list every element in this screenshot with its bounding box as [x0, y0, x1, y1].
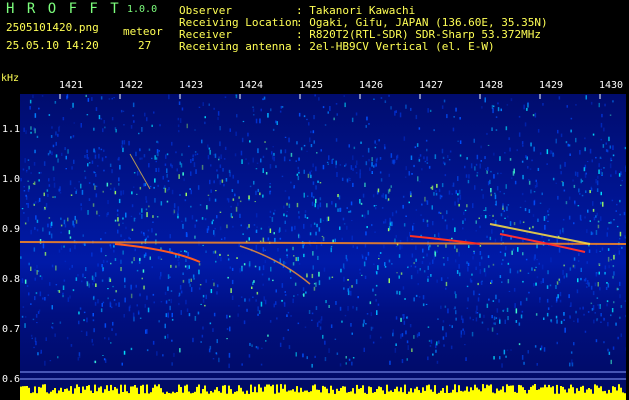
y-tick-0-9: 0.9	[2, 224, 21, 235]
app-version: 1.0.0	[127, 4, 158, 15]
x-tick-1430: 1430	[599, 80, 624, 91]
file-name: 2505101420.png	[6, 21, 99, 34]
x-tick-1426: 1426	[359, 80, 384, 91]
x-tick-1429: 1429	[539, 80, 564, 91]
info-value-observer: : Takanori Kawachi	[296, 4, 416, 17]
info-value-location: : Ogaki, Gifu, JAPAN (136.60E, 35.35N)	[296, 16, 548, 29]
meteor-label: meteor	[123, 25, 163, 38]
x-tick-1427: 1427	[419, 80, 444, 91]
y-tick-0-6: 0.6	[2, 374, 21, 385]
x-tick-1424: 1424	[239, 80, 264, 91]
info-label-receiver: Receiver	[179, 28, 232, 41]
info-label-location: Receiving Location	[179, 16, 299, 29]
meteor-count: 27	[138, 39, 152, 52]
info-value-receiver: : R820T2(RTL-SDR) SDR-Sharp 53.372MHz	[296, 28, 542, 41]
info-value-antenna: : 2el-HB9CV Vertical (el. E-W)	[296, 40, 495, 53]
y-tick-1-1: 1.1	[2, 124, 21, 135]
date-time: 25.05.10 14:20	[6, 39, 99, 52]
x-tick-1428: 1428	[479, 80, 504, 91]
y-tick-1-0: 1.0	[2, 174, 21, 185]
x-tick-1421: 1421	[59, 80, 84, 91]
y-tick-0-8: 0.8	[2, 274, 21, 285]
noise-floor-bars	[20, 384, 626, 400]
info-label-antenna: Receiving antenna	[179, 40, 292, 53]
y-unit-label: kHz	[1, 73, 20, 84]
info-label-observer: Observer	[179, 4, 232, 17]
y-tick-0-7: 0.7	[2, 324, 21, 335]
x-tick-1422: 1422	[119, 80, 144, 91]
app-title: H R O F F T	[6, 1, 121, 17]
spectrogram-plot	[20, 94, 626, 400]
x-tick-1423: 1423	[179, 80, 204, 91]
x-tick-1425: 1425	[299, 80, 324, 91]
